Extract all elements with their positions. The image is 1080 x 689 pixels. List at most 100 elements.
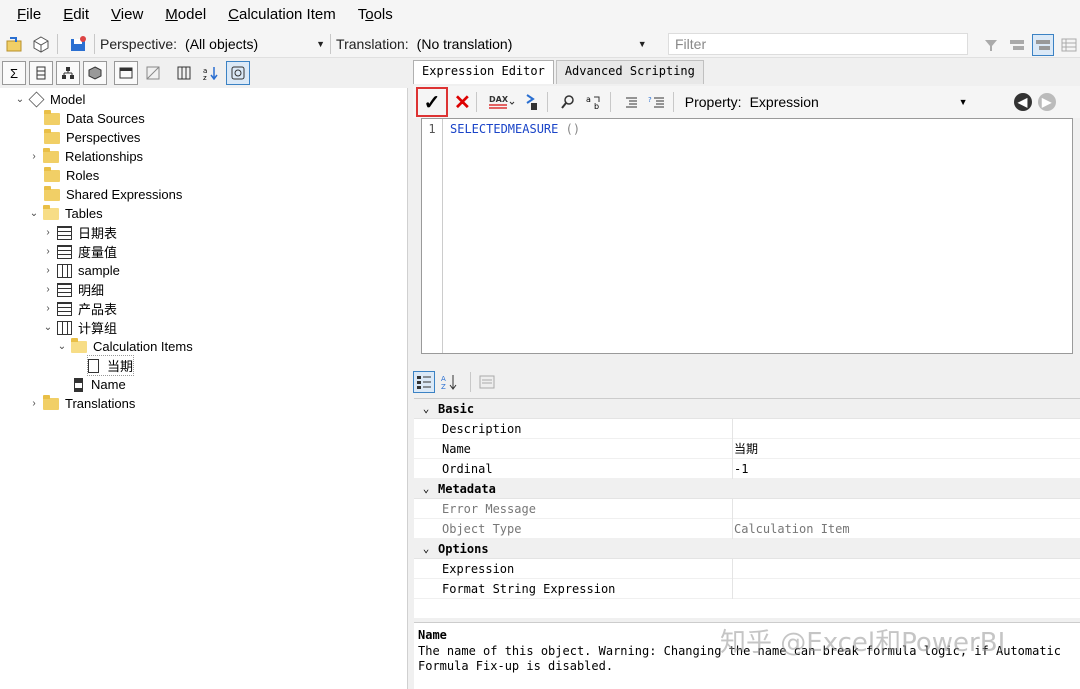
chevron-right-icon[interactable]: › [42, 284, 54, 295]
toolbar-separator [57, 33, 58, 54]
show-all-icon[interactable] [226, 61, 250, 85]
menu-calculation-item[interactable]: Calculation Item [217, 0, 347, 30]
chevron-right-icon[interactable]: › [42, 265, 54, 276]
property-value[interactable]: 当期 [734, 440, 758, 457]
tree-label: 产品表 [78, 302, 118, 317]
tab-expression-editor[interactable]: Expression Editor [413, 60, 554, 84]
sigma-icon[interactable]: Σ [2, 61, 26, 85]
chevron-right-icon[interactable]: › [42, 303, 54, 314]
menu-file[interactable]: File [6, 0, 52, 30]
property-row-format-string-expression[interactable]: Format String Expression [414, 579, 1080, 599]
chevron-right-icon[interactable]: › [42, 227, 54, 238]
deploy-arrow-icon[interactable] [520, 91, 542, 113]
divider [732, 459, 733, 479]
expression-editor[interactable]: 1 SELECTEDMEASURE () [421, 118, 1073, 354]
uncomment-icon[interactable]: ? [646, 91, 668, 113]
property-row-name[interactable]: Name 当期 [414, 439, 1080, 459]
chevron-right-icon[interactable]: › [28, 151, 40, 162]
tab-advanced-scripting[interactable]: Advanced Scripting [555, 60, 704, 84]
tree-node-data-sources[interactable]: Data Sources [44, 109, 145, 128]
tree-node-table[interactable]: › 明细 [42, 280, 104, 299]
code-line[interactable]: SELECTEDMEASURE () [450, 122, 580, 136]
tree-node-calculation-group[interactable]: ⌄ 计算组 [42, 318, 117, 337]
translation-dropdown[interactable]: (No translation) ▼ [417, 36, 647, 52]
tree-node-table[interactable]: › 度量值 [42, 242, 117, 261]
chevron-down-icon[interactable]: ⌄ [56, 341, 68, 352]
back-icon[interactable]: ◀ [1013, 93, 1032, 111]
save-icon[interactable] [67, 33, 89, 55]
toolbar-separator [546, 92, 548, 112]
category-basic[interactable]: ⌄ Basic [414, 399, 1080, 419]
chevron-down-icon[interactable]: ⌄ [14, 94, 26, 105]
comment-icon[interactable] [620, 91, 642, 113]
open-model-icon[interactable] [4, 33, 26, 55]
toolbar-separator [330, 33, 332, 54]
tree-node-roles[interactable]: Roles [44, 166, 99, 185]
property-row-expression[interactable]: Expression [414, 559, 1080, 579]
property-row-ordinal[interactable]: Ordinal -1 [414, 459, 1080, 479]
tree-node-calculation-items[interactable]: ⌄ Calculation Items [56, 337, 193, 356]
property-pages-icon[interactable] [476, 371, 498, 393]
menu-edit[interactable]: Edit [52, 0, 100, 30]
chevron-right-icon[interactable]: › [28, 398, 40, 409]
column-icon[interactable] [29, 61, 53, 85]
chevron-down-icon: ▼ [637, 38, 647, 49]
category-options[interactable]: ⌄ Options [414, 539, 1080, 559]
tree-node-perspectives[interactable]: Perspectives [44, 128, 140, 147]
list-view-icon[interactable] [1058, 34, 1080, 56]
line-number-gutter: 1 [422, 119, 443, 353]
tree-node-name-column[interactable]: Name [74, 375, 126, 394]
filter-input[interactable]: Filter [668, 33, 968, 55]
chevron-down-icon[interactable]: ⌄ [28, 208, 40, 219]
property-value[interactable]: -1 [734, 462, 748, 476]
folder-icon [43, 147, 59, 163]
hierarchy-view-icon[interactable] [1032, 34, 1054, 56]
sort-icon[interactable]: az [199, 61, 223, 85]
category-label: Metadata [438, 481, 496, 496]
tree-label: Name [91, 377, 126, 392]
tree-node-table[interactable]: › sample [42, 261, 120, 280]
svg-text:A: A [441, 375, 446, 383]
tree-node-table[interactable]: › 日期表 [42, 223, 117, 242]
tree-label: Translations [65, 396, 136, 411]
tree-node-table[interactable]: › 产品表 [42, 299, 117, 318]
menu-tools[interactable]: Tools [347, 0, 404, 30]
tree-node-model[interactable]: ⌄ Model [14, 90, 85, 109]
hierarchy-icon[interactable] [56, 61, 80, 85]
tree-node-tables[interactable]: ⌄ Tables [28, 204, 103, 223]
display-folders-icon[interactable] [172, 61, 196, 85]
accept-button[interactable]: ✓ [416, 87, 448, 117]
categorized-view-icon[interactable] [413, 371, 435, 393]
tree-node-shared-expressions[interactable]: Shared Expressions [44, 185, 182, 204]
property-row-error-message[interactable]: Error Message [414, 499, 1080, 519]
dax-formatter-icon[interactable]: DAX [486, 91, 516, 113]
find-icon[interactable] [557, 91, 579, 113]
perspective-view-icon[interactable] [114, 61, 138, 85]
chevron-right-icon[interactable]: › [42, 246, 54, 257]
chevron-down-icon[interactable]: ⌄ [414, 402, 438, 415]
property-row-object-type[interactable]: Object Type Calculation Item [414, 519, 1080, 539]
deploy-icon[interactable] [30, 33, 52, 55]
tree-node-calc-item-selected[interactable]: 当期 [86, 355, 135, 376]
filter-icon[interactable] [980, 34, 1002, 56]
replace-icon[interactable]: ab [583, 91, 605, 113]
tree-node-relationships[interactable]: › Relationships [28, 147, 143, 166]
chevron-down-icon[interactable]: ⌄ [414, 542, 438, 555]
property-row-description[interactable]: Description [414, 419, 1080, 439]
folder-icon [44, 109, 60, 125]
category-metadata[interactable]: ⌄ Metadata [414, 479, 1080, 499]
forward-icon[interactable]: ▶ [1037, 93, 1056, 111]
tree-node-translations[interactable]: › Translations [28, 394, 135, 413]
perspective-dropdown[interactable]: (All objects) ▼ [185, 36, 325, 52]
chevron-down-icon[interactable]: ⌄ [414, 482, 438, 495]
alphabetical-view-icon[interactable]: AZ [439, 371, 461, 393]
menu-model[interactable]: Model [154, 0, 217, 30]
chevron-down-icon[interactable]: ⌄ [42, 322, 54, 333]
hidden-objects-icon[interactable] [141, 61, 165, 85]
tree-label: Perspectives [66, 130, 141, 145]
property-dropdown[interactable]: Expression ▼ [750, 94, 968, 110]
cancel-button[interactable]: ✕ [454, 90, 471, 115]
display-options-icon[interactable] [1006, 34, 1028, 56]
partition-icon[interactable] [83, 61, 107, 85]
menu-view[interactable]: View [100, 0, 154, 30]
